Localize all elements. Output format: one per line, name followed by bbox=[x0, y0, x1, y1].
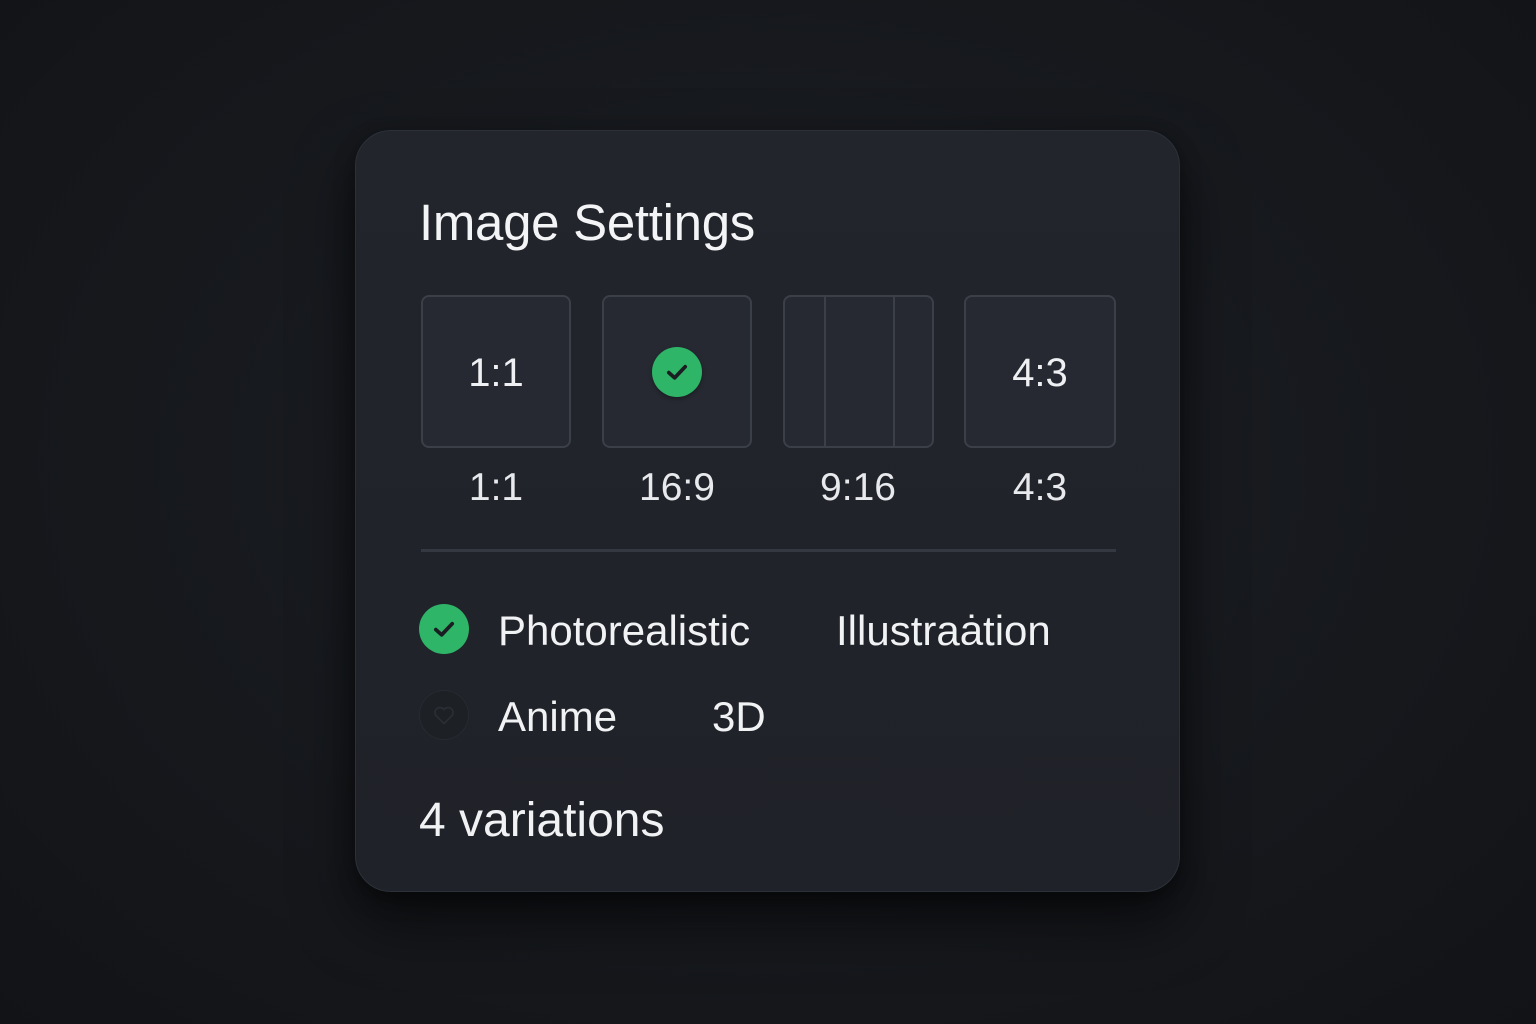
aspect-ratio-4-3-tile-text: 4:3 bbox=[1012, 351, 1068, 395]
image-settings-panel: Image Settings 1:1 1:1 16:9 9:16 4:3 4:3… bbox=[355, 130, 1180, 892]
aspect-ratio-9-16-label: 9:16 bbox=[820, 466, 896, 509]
anime-radio[interactable] bbox=[419, 690, 469, 740]
variations-count[interactable]: 4 variations bbox=[419, 793, 664, 848]
aspect-ratio-9-16-button[interactable] bbox=[783, 295, 934, 448]
aspect-ratio-1-1-label: 1:1 bbox=[468, 466, 524, 509]
style-option-illustration[interactable]: Illustraȧtion bbox=[836, 607, 1051, 655]
check-circle-icon bbox=[652, 346, 702, 397]
aspect-ratio-4-3-button[interactable]: 4:3 bbox=[964, 295, 1116, 448]
panel-title: Image Settings bbox=[419, 194, 755, 251]
portrait-columns-icon bbox=[785, 297, 932, 446]
check-icon bbox=[433, 621, 455, 637]
heart-icon bbox=[434, 706, 454, 725]
aspect-ratio-1-1-tile-text: 1:1 bbox=[468, 351, 524, 395]
photorealistic-radio[interactable] bbox=[419, 604, 469, 654]
section-divider bbox=[421, 549, 1116, 552]
style-option-anime[interactable]: Anime bbox=[498, 693, 617, 741]
aspect-ratio-16-9-label: 16:9 bbox=[639, 466, 715, 509]
style-option-3d[interactable]: 3D bbox=[712, 693, 766, 741]
aspect-ratio-16-9-button[interactable] bbox=[602, 295, 752, 448]
aspect-ratio-1-1-button[interactable]: 1:1 bbox=[421, 295, 571, 448]
aspect-ratio-4-3-label: 4:3 bbox=[1012, 466, 1068, 509]
style-option-photorealistic[interactable]: Photorealistiс bbox=[498, 607, 750, 655]
